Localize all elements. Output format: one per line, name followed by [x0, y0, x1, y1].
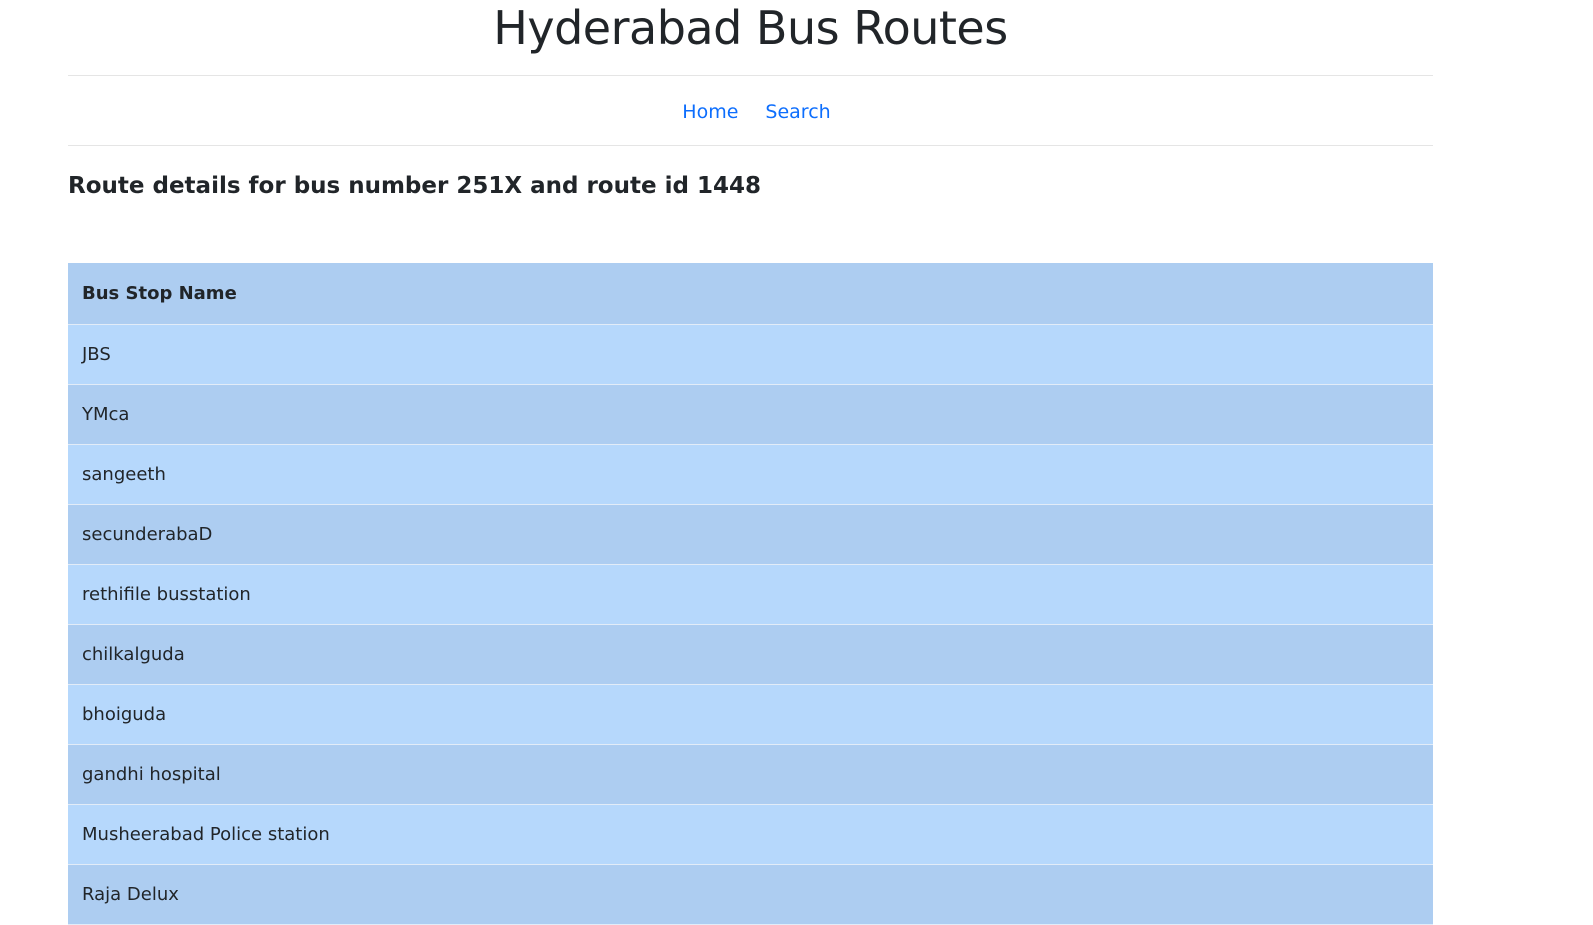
table-row: JBS — [68, 324, 1433, 385]
bus-stop-cell: Musheerabad Police station — [68, 804, 1433, 865]
bus-stop-cell: chilkalguda — [68, 624, 1433, 685]
column-header-bus-stop-name: Bus Stop Name — [68, 263, 1433, 325]
bus-stop-cell: sangeeth — [68, 444, 1433, 505]
route-heading: Route details for bus number 251X and ro… — [68, 173, 761, 199]
bus-stops-table: Bus Stop Name JBS YMca sangeeth secunder… — [68, 263, 1433, 925]
bus-stop-cell: bhoiguda — [68, 684, 1433, 745]
site-title: Hyderabad Bus Routes — [68, 0, 1433, 76]
bus-stop-cell: secunderabaD — [68, 504, 1433, 565]
bus-stop-cell: JBS — [68, 324, 1433, 385]
bus-stop-cell: gandhi hospital — [68, 744, 1433, 805]
nav-search-link[interactable]: Search — [765, 101, 830, 123]
main-nav: Home Search — [68, 76, 1433, 146]
table-row: rethifile busstation — [68, 564, 1433, 625]
table-header-row: Bus Stop Name — [68, 263, 1433, 325]
table-row: YMca — [68, 384, 1433, 445]
table-row: gandhi hospital — [68, 744, 1433, 805]
nav-home-link[interactable]: Home — [682, 101, 738, 123]
bus-stop-cell: YMca — [68, 384, 1433, 445]
page-container: Hyderabad Bus Routes Home Search Route d… — [68, 0, 1433, 925]
table-row: chilkalguda — [68, 624, 1433, 685]
table-row: Musheerabad Police station — [68, 804, 1433, 865]
bus-stop-cell: rethifile busstation — [68, 564, 1433, 625]
table-row: sangeeth — [68, 444, 1433, 505]
table-row: secunderabaD — [68, 504, 1433, 565]
table-row: bhoiguda — [68, 684, 1433, 745]
bus-stop-cell: Raja Delux — [68, 864, 1433, 925]
table-row: Raja Delux — [68, 864, 1433, 925]
